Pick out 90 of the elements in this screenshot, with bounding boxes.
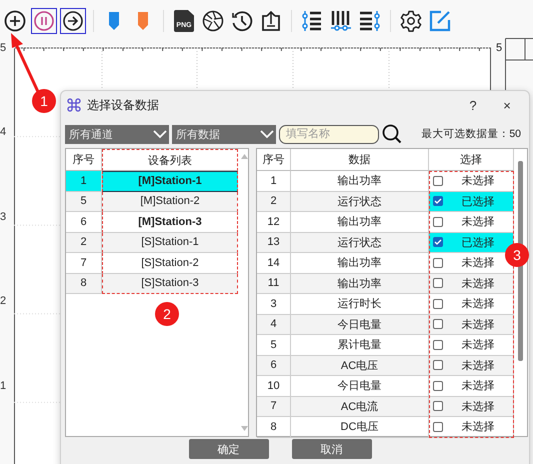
- table-cell: 运行状态: [291, 192, 429, 212]
- command-icon: [67, 98, 81, 112]
- add-icon: [4, 10, 26, 32]
- selection-status: 已选择: [460, 194, 496, 209]
- axis-label: 3: [0, 210, 6, 223]
- selection-status: 未选择: [460, 358, 496, 373]
- selection-status: 未选择: [460, 215, 496, 230]
- checkbox[interactable]: [433, 278, 443, 288]
- search-icon[interactable]: [382, 124, 402, 144]
- column-header: 序号: [257, 149, 291, 171]
- list-slider-icon: [301, 10, 323, 32]
- checkbox[interactable]: [433, 422, 443, 432]
- axis-label: 5: [0, 42, 6, 54]
- toolbar-button[interactable]: [2, 8, 28, 34]
- column-header: 选择: [429, 149, 514, 171]
- chevron-icon: [153, 129, 167, 139]
- dialog-title: 选择设备数据: [87, 96, 160, 114]
- table-cell[interactable]: 5: [66, 192, 102, 212]
- dialog-button[interactable]: 取消: [292, 439, 372, 459]
- checkbox[interactable]: [433, 319, 443, 330]
- axis-label: 4: [0, 126, 6, 138]
- search-field[interactable]: 填写名称: [279, 124, 379, 144]
- checkbox[interactable]: [433, 258, 443, 268]
- checkbox[interactable]: [433, 196, 443, 206]
- toolbar-button[interactable]: [60, 8, 86, 34]
- limit-label: 最大可选数据量：50: [421, 127, 521, 141]
- checkbox[interactable]: [433, 216, 443, 227]
- table-cell: 2: [257, 192, 291, 212]
- device-name[interactable]: [M]Station-1: [102, 171, 238, 192]
- device-name[interactable]: [S]Station-3: [102, 274, 238, 294]
- checkbox[interactable]: [433, 401, 443, 412]
- toolbar-button[interactable]: [200, 8, 226, 34]
- filter-dropdown[interactable]: 所有数据: [172, 124, 276, 144]
- selection-status: 已选择: [460, 236, 496, 250]
- selection-status: 未选择: [460, 276, 496, 291]
- table-cell[interactable]: 1: [66, 171, 102, 192]
- edit-icon: [429, 10, 451, 32]
- selection-status: 未选择: [460, 318, 496, 332]
- table-cell: 输出功率: [291, 274, 429, 294]
- aperture-icon: [202, 10, 224, 32]
- column-header: 设备列表: [102, 149, 238, 171]
- checkbox[interactable]: [433, 237, 443, 248]
- checkbox[interactable]: [433, 380, 443, 391]
- clock-icon: [231, 10, 253, 32]
- axis-label: 5: [496, 42, 502, 54]
- toolbar-button[interactable]: [398, 8, 424, 34]
- table-cell[interactable]: 8: [66, 274, 102, 294]
- table-cell: 6: [257, 356, 291, 376]
- selection-status: 未选择: [460, 379, 496, 394]
- list-slider-icon: [359, 10, 381, 32]
- selection-status: 未选择: [460, 400, 496, 414]
- table-cell: 13: [257, 232, 291, 253]
- table-cell: 运行状态: [291, 232, 429, 253]
- device-name[interactable]: [S]Station-1: [102, 232, 238, 253]
- table-cell[interactable]: 2: [66, 232, 102, 253]
- checkbox[interactable]: [433, 340, 443, 350]
- column-header: 数据: [291, 149, 429, 171]
- checkbox[interactable]: [433, 176, 443, 186]
- axis-label: 1: [0, 380, 6, 392]
- selection-status: 未选择: [460, 256, 496, 270]
- columns-slider-icon: [330, 10, 352, 32]
- arrow-right-icon: [62, 10, 84, 32]
- selection-status: 未选择: [460, 174, 496, 188]
- settings-icon: [400, 10, 422, 32]
- pause-icon: [33, 10, 55, 32]
- marker-icon: [137, 11, 149, 31]
- device-name[interactable]: [M]Station-2: [102, 192, 238, 212]
- chevron-icon: [260, 129, 274, 139]
- dialog-button[interactable]: 确定: [188, 439, 268, 459]
- column-header: 序号: [66, 149, 102, 171]
- table-cell: 4: [257, 314, 291, 335]
- help-button[interactable]: ?: [459, 98, 487, 112]
- marker-icon: [108, 11, 120, 31]
- table-cell: 11: [257, 274, 291, 294]
- checkbox[interactable]: [433, 298, 443, 309]
- filter-dropdown[interactable]: 所有通道: [65, 124, 169, 144]
- table-cell: AC电流: [291, 396, 429, 417]
- selection-status: 未选择: [460, 420, 496, 434]
- table-cell: 7: [257, 396, 291, 417]
- upload-icon: [260, 10, 282, 32]
- axis-label: 2: [0, 295, 6, 308]
- selection-status: 未选择: [460, 338, 496, 352]
- checkbox[interactable]: [433, 360, 443, 370]
- table-cell: AC电压: [291, 356, 429, 376]
- close-button[interactable]: ×: [493, 98, 521, 112]
- table-cell: 8: [257, 417, 291, 438]
- toolbar-button[interactable]: [31, 8, 57, 34]
- table-cell: 今日电量: [291, 314, 429, 335]
- selection-status: 未选择: [460, 297, 496, 312]
- table-cell: DC电压: [291, 417, 429, 438]
